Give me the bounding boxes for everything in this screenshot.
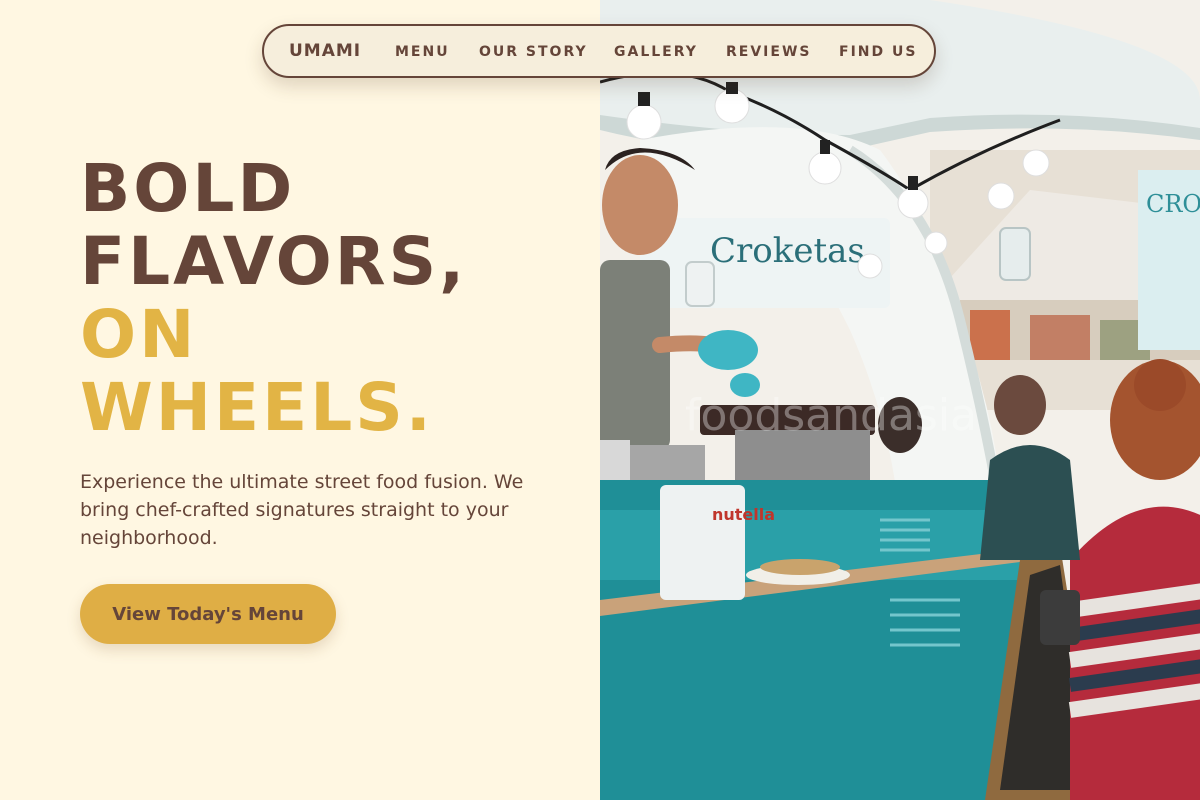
nav-link-menu[interactable]: MENU [395,44,450,60]
jar-label: nutella [712,505,775,524]
nav-link-find-us[interactable]: FIND US [839,44,917,60]
brand-logo[interactable]: UMAMI [289,41,361,61]
side-sign: CRO BER FOO TRU [1138,170,1200,350]
headline-line-1: BOLD [80,150,296,227]
hero-headline: BOLD FLAVORS, ON WHEELS. [80,152,467,444]
page: BOLD FLAVORS, ON WHEELS. Experience the … [0,0,1200,800]
hero-photo: CRO BER FOO TRU Croketas [600,0,1200,800]
truck-sign: Croketas [640,218,890,308]
headline-line-2: FLAVORS, [80,223,468,300]
headline-line-3: ON [80,296,198,373]
nav-link-our-story[interactable]: OUR STORY [479,44,588,60]
view-menu-button[interactable]: View Today's Menu [80,584,336,644]
watermark-text: foodsandasia [685,390,977,441]
hero-section: BOLD FLAVORS, ON WHEELS. Experience the … [0,0,600,800]
truck-sign-text: Croketas [710,231,865,271]
main-navigation: UMAMI MENU OUR STORY GALLERY REVIEWS FIN… [262,24,936,78]
nav-link-reviews[interactable]: REVIEWS [726,44,811,60]
side-sign-text: CRO BER FOO TRU [1146,190,1200,218]
nav-link-gallery[interactable]: GALLERY [614,44,698,60]
headline-line-4: WHEELS. [80,369,434,446]
hero-subtext: Experience the ultimate street food fusi… [80,471,524,549]
